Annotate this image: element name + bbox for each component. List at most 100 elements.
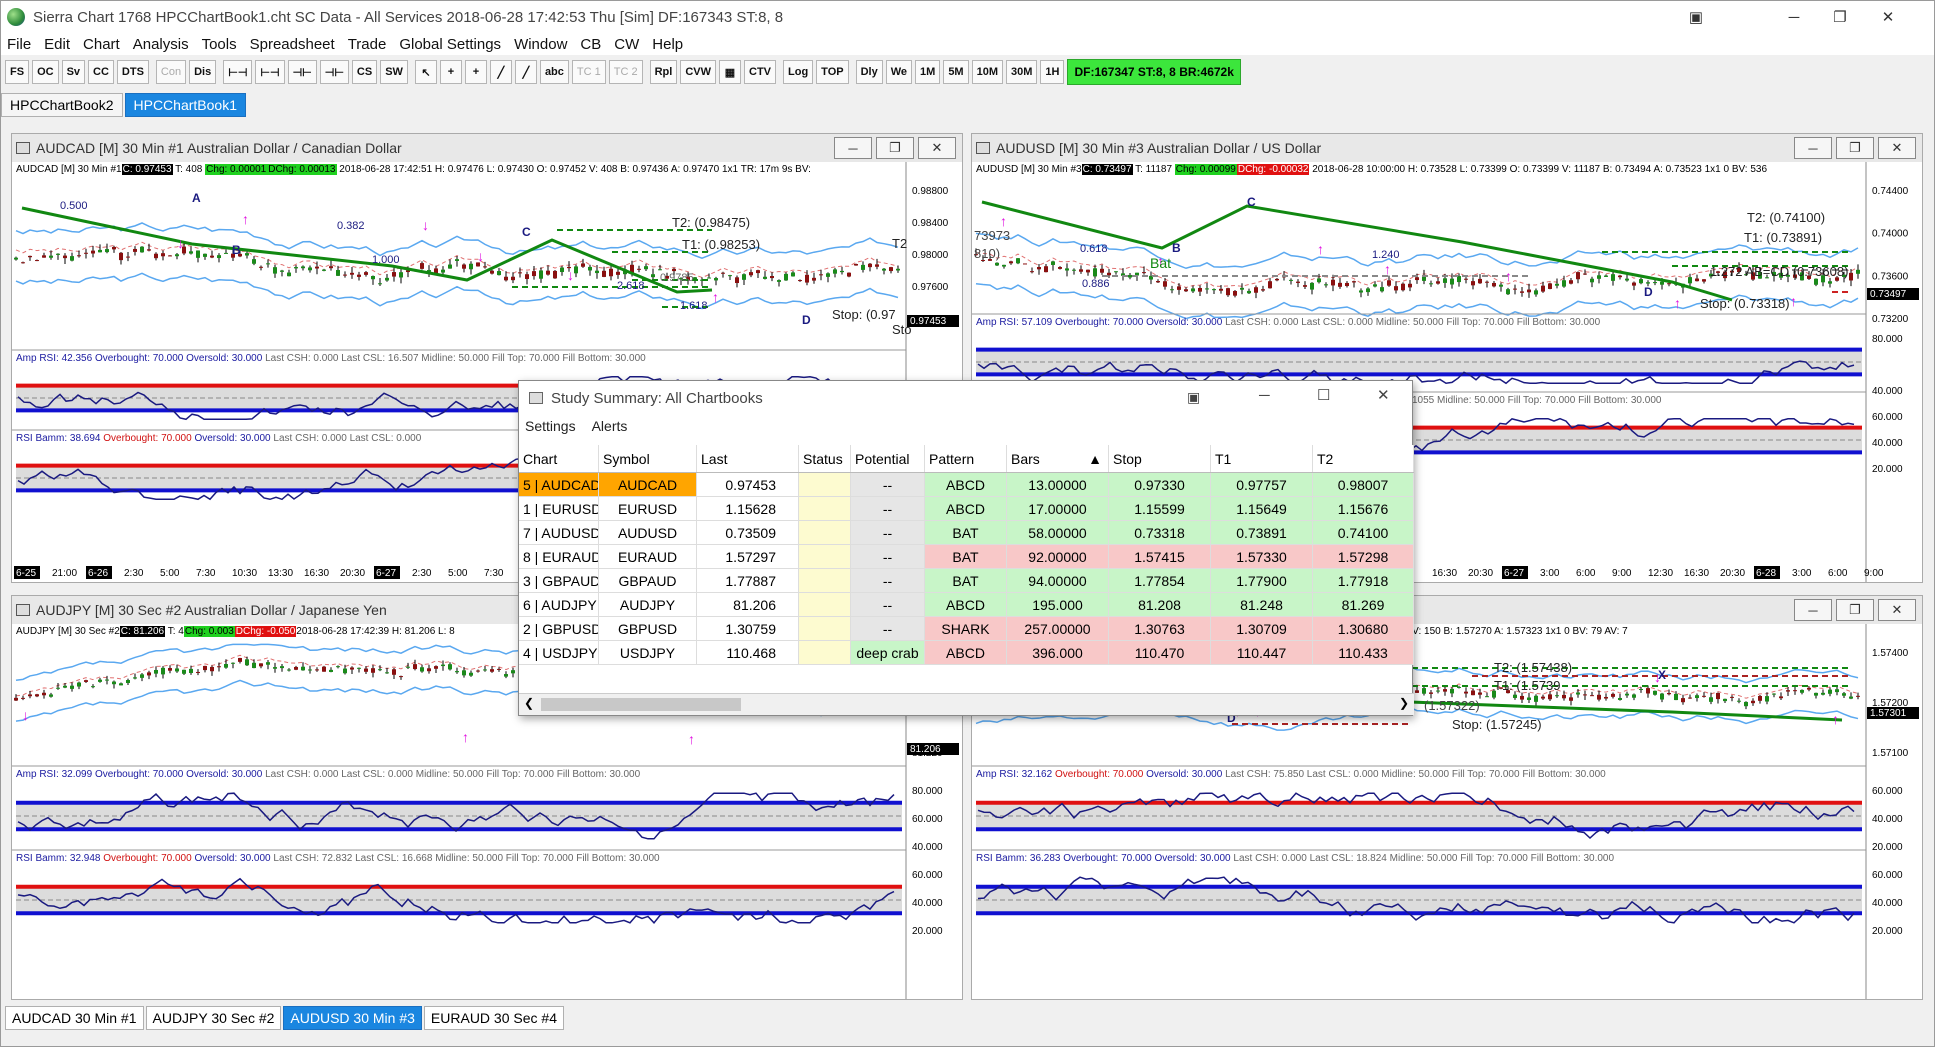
toolbar-ray-button[interactable]: ╱ bbox=[514, 60, 537, 84]
cell-status[interactable] bbox=[799, 617, 851, 640]
cell-status[interactable] bbox=[799, 521, 851, 544]
horizontal-scrollbar[interactable]: ❮ ❯ bbox=[519, 693, 1414, 715]
close-button[interactable]: ✕ bbox=[1878, 137, 1916, 159]
toolbar-fs-button[interactable]: FS bbox=[5, 60, 30, 84]
menu-file[interactable]: File bbox=[7, 36, 31, 53]
cell-pattern[interactable]: SHARK bbox=[925, 617, 1007, 640]
cell-pattern[interactable]: ABCD bbox=[925, 473, 1007, 496]
tab-audjpy[interactable]: AUDJPY 30 Sec #2 bbox=[145, 1006, 282, 1030]
cell-bars[interactable]: 94.00000 bbox=[1007, 569, 1109, 592]
chart-title-bar[interactable]: AUDCAD [M] 30 Min #1 Australian Dollar /… bbox=[12, 134, 962, 162]
menu-cb[interactable]: CB bbox=[580, 36, 601, 53]
cell-chart[interactable]: 8 | EURAUD bbox=[519, 545, 599, 568]
column-header-status[interactable]: Status bbox=[799, 445, 851, 472]
toolbar-cc-button[interactable]: CC bbox=[88, 60, 114, 84]
cell-bars[interactable]: 13.00000 bbox=[1007, 473, 1109, 496]
cell-t1[interactable]: 1.77900 bbox=[1211, 569, 1313, 592]
cell-t1[interactable]: 0.97757 bbox=[1211, 473, 1313, 496]
toolbar-range-4-button[interactable]: ⊣⊢ bbox=[319, 60, 349, 84]
restore-button[interactable]: ❐ bbox=[1836, 599, 1874, 621]
cell-status[interactable] bbox=[799, 569, 851, 592]
close-button[interactable]: ✕ bbox=[1865, 1, 1911, 33]
toolbar-1m-button[interactable]: 1M bbox=[915, 60, 941, 84]
toolbar-10m-button[interactable]: 10M bbox=[971, 60, 1003, 84]
menu-global-settings[interactable]: Global Settings bbox=[399, 36, 501, 53]
cell-symbol[interactable]: EURAUD bbox=[599, 545, 697, 568]
toolbar-1h-button[interactable]: 1H bbox=[1040, 60, 1065, 84]
cell-chart[interactable]: 7 | AUDUSD bbox=[519, 521, 599, 544]
cell-stop[interactable]: 0.73318 bbox=[1109, 521, 1211, 544]
menu-alerts[interactable]: Alerts bbox=[592, 418, 628, 434]
cell-t2[interactable]: 110.433 bbox=[1313, 641, 1414, 664]
toolbar-log-button[interactable]: Log bbox=[783, 60, 814, 84]
scroll-right-icon[interactable]: ❯ bbox=[1399, 696, 1409, 710]
toolbar-5m-button[interactable]: 5M bbox=[943, 60, 969, 84]
cell-status[interactable] bbox=[799, 641, 851, 664]
cell-last[interactable]: 1.30759 bbox=[697, 617, 799, 640]
study-summary-titlebar[interactable]: Study Summary: All Chartbooks ▣ ─ ☐ ✕ bbox=[519, 381, 1412, 415]
cell-stop[interactable]: 81.208 bbox=[1109, 593, 1211, 616]
close-button[interactable]: ✕ bbox=[1878, 599, 1916, 621]
toolbar-tc1-button[interactable]: TC 1 bbox=[571, 60, 606, 84]
tab-hpcchartbook2[interactable]: HPCChartBook2 bbox=[1, 93, 123, 117]
toolbar-line-button[interactable]: ╱ bbox=[489, 60, 512, 84]
close-button[interactable]: ✕ bbox=[918, 137, 956, 159]
cell-last[interactable]: 110.468 bbox=[697, 641, 799, 664]
cell-chart[interactable]: 3 | GBPAUD bbox=[519, 569, 599, 592]
toolbar-oc-button[interactable]: OC bbox=[32, 60, 59, 84]
menu-settings[interactable]: Settings bbox=[525, 418, 576, 434]
cell-last[interactable]: 0.73509 bbox=[697, 521, 799, 544]
cell-bars[interactable]: 92.00000 bbox=[1007, 545, 1109, 568]
cell-potential[interactable]: -- bbox=[851, 617, 925, 640]
cell-status[interactable] bbox=[799, 545, 851, 568]
toolbar-dts-button[interactable]: DTS bbox=[116, 60, 149, 84]
cell-t2[interactable]: 1.30680 bbox=[1313, 617, 1414, 640]
toolbar-replay-button[interactable]: Rpl bbox=[649, 60, 678, 84]
cell-stop[interactable]: 1.57415 bbox=[1109, 545, 1211, 568]
chart-title-bar[interactable]: AUDUSD [M] 30 Min #3 Australian Dollar /… bbox=[972, 134, 1922, 162]
cell-symbol[interactable]: AUDJPY bbox=[599, 593, 697, 616]
cell-pattern[interactable]: BAT bbox=[925, 521, 1007, 544]
restore-button[interactable]: ❐ bbox=[876, 137, 914, 159]
table-row[interactable]: 6 | AUDJPY AUDJPY 81.206 -- ABCD 195.000 81.20… bbox=[519, 593, 1414, 617]
sort-ascending-icon[interactable]: ▲ bbox=[1088, 451, 1102, 467]
cell-symbol[interactable]: AUDCAD bbox=[599, 473, 697, 496]
minimize-button[interactable]: ─ bbox=[1794, 137, 1832, 159]
minimize-button[interactable]: ─ bbox=[834, 137, 872, 159]
toolbar-dis-button[interactable]: Dis bbox=[189, 60, 217, 84]
cell-potential[interactable]: -- bbox=[851, 593, 925, 616]
toolbar-30m-button[interactable]: 30M bbox=[1006, 60, 1038, 84]
table-row[interactable]: 8 | EURAUD EURAUD 1.57297 -- BAT 92.00000 1.57… bbox=[519, 545, 1414, 569]
maximize-button[interactable]: ❐ bbox=[1817, 1, 1863, 33]
menu-trade[interactable]: Trade bbox=[348, 36, 387, 53]
toolbar-range-2-button[interactable]: ⊢⊣ bbox=[255, 60, 285, 84]
cell-last[interactable]: 1.77887 bbox=[697, 569, 799, 592]
cell-t2[interactable]: 81.269 bbox=[1313, 593, 1414, 616]
cell-potential[interactable]: -- bbox=[851, 497, 925, 520]
close-button[interactable]: ✕ bbox=[1377, 386, 1390, 404]
cell-status[interactable] bbox=[799, 497, 851, 520]
column-header-t2[interactable]: T2 bbox=[1313, 445, 1414, 472]
cell-stop[interactable]: 1.77854 bbox=[1109, 569, 1211, 592]
cell-symbol[interactable]: USDJPY bbox=[599, 641, 697, 664]
menu-cw[interactable]: CW bbox=[614, 36, 639, 53]
cell-stop[interactable]: 110.470 bbox=[1109, 641, 1211, 664]
cell-t1[interactable]: 1.15649 bbox=[1211, 497, 1313, 520]
cell-t2[interactable]: 1.15676 bbox=[1313, 497, 1414, 520]
cell-last[interactable]: 81.206 bbox=[697, 593, 799, 616]
menu-chart[interactable]: Chart bbox=[83, 36, 120, 53]
toolbar-dom-button[interactable]: ▦ bbox=[719, 60, 741, 84]
menu-window[interactable]: Window bbox=[514, 36, 567, 53]
table-row[interactable]: 1 | EURUSD EURUSD 1.15628 -- ABCD 17.00000 1.1… bbox=[519, 497, 1414, 521]
column-header-last[interactable]: Last bbox=[697, 445, 799, 472]
cell-bars[interactable]: 195.000 bbox=[1007, 593, 1109, 616]
restore-button[interactable]: ❐ bbox=[1836, 137, 1874, 159]
toolbar-tc2-button[interactable]: TC 2 bbox=[608, 60, 643, 84]
cell-pattern[interactable]: ABCD bbox=[925, 497, 1007, 520]
cell-bars[interactable]: 17.00000 bbox=[1007, 497, 1109, 520]
cell-potential[interactable]: -- bbox=[851, 545, 925, 568]
cell-pattern[interactable]: BAT bbox=[925, 569, 1007, 592]
table-row[interactable]: 2 | GBPUSD GBPUSD 1.30759 -- SHARK 257.00000 1… bbox=[519, 617, 1414, 641]
tab-hpcchartbook1[interactable]: HPCChartBook1 bbox=[124, 93, 246, 117]
cell-t1[interactable]: 110.447 bbox=[1211, 641, 1313, 664]
